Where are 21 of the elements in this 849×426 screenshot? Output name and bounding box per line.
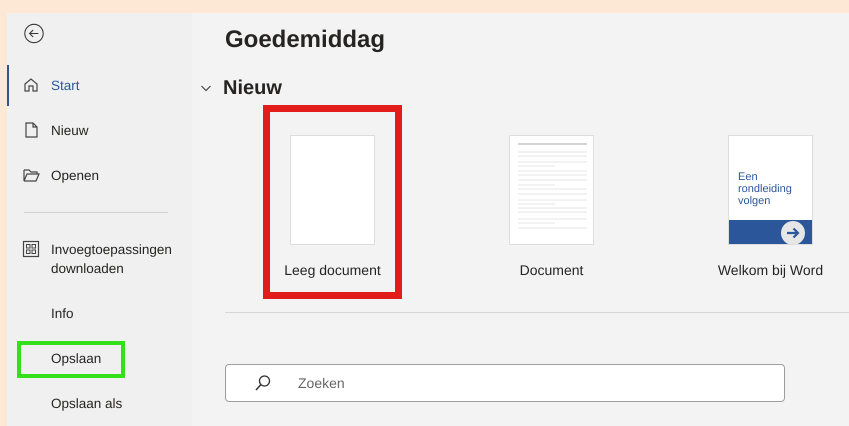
document-thumbnail[interactable] xyxy=(290,135,375,245)
greeting-heading: Goedemiddag xyxy=(225,25,386,55)
sidebar-item[interactable]: Openen xyxy=(7,155,192,196)
section-heading: Nieuw xyxy=(223,76,282,101)
template-label: Document xyxy=(520,262,584,278)
grid-icon xyxy=(22,240,40,258)
arrow-icon xyxy=(780,220,806,244)
sidebar-item[interactable]: Opslaan als xyxy=(7,383,192,424)
template-label: Leeg document xyxy=(284,262,381,278)
thumbnail-text: Een rondleiding volgen xyxy=(738,171,793,207)
sidebar-item[interactable]: Nieuw xyxy=(7,110,192,151)
sidebar-item[interactable]: Info xyxy=(7,293,192,334)
template-label: Welkom bij Word xyxy=(718,262,824,278)
sidebar-item[interactable]: Opslaan xyxy=(7,338,192,379)
sidebar-item[interactable]: Invoegtoepassingen downloaden xyxy=(7,229,192,289)
search-field[interactable]: Zoeken xyxy=(225,364,785,402)
search-icon xyxy=(254,374,272,392)
document-thumbnail[interactable]: Een rondleiding volgen xyxy=(728,135,813,245)
back-icon[interactable] xyxy=(22,23,46,44)
sidebar-item[interactable]: Start xyxy=(7,65,192,106)
home-icon xyxy=(22,76,40,94)
